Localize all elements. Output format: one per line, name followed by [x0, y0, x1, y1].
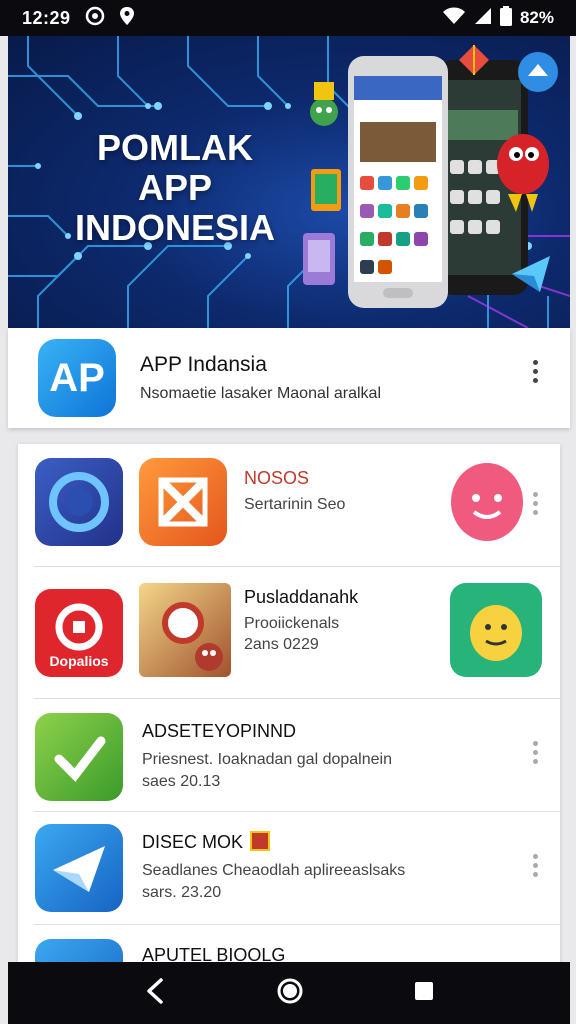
app-logo: AP [38, 339, 116, 417]
red-app-icon: Dopalios [35, 589, 123, 677]
status-bar: 12:29 82% [0, 0, 576, 36]
list-item-meta: saes 20.13 [142, 773, 221, 790]
signal-icon [474, 7, 492, 30]
list-item[interactable]: Dopalios Pusladdanahk Prooiickenals 2ans… [18, 567, 560, 699]
green-character-icon [310, 82, 338, 126]
back-icon[interactable] [143, 977, 167, 1010]
more-options-icon[interactable] [532, 360, 538, 383]
more-options-icon[interactable] [532, 741, 538, 764]
list-item-subtitle: Priesnest. Ioaknadan gal dopalnein [142, 751, 392, 768]
purple-card-icon [303, 233, 335, 285]
list-item[interactable]: DISEC MOK Seadlanes Cheaodlah aplireeasl… [18, 812, 560, 924]
globe-circle-icon [35, 458, 123, 546]
list-item-title: NOSOS [244, 468, 310, 488]
app-list: NOSOS Sertarinin Seo Dopalios Pusladdana… [18, 444, 560, 984]
list-item-subtitle: Prooiickenals [244, 615, 340, 632]
wifi-icon [442, 7, 466, 30]
app-name: APP Indansia [140, 353, 267, 376]
blue-plane-icon [35, 824, 123, 912]
list-item-title: Pusladdanahk [244, 587, 359, 607]
location-icon [119, 6, 135, 31]
battery-text: 82% [519, 8, 554, 27]
navigation-bar [8, 962, 570, 1024]
game-card-icon [311, 169, 341, 211]
scissors-app-icon [139, 458, 227, 546]
bird-badge-icon [518, 52, 558, 92]
list-item-subtitle: Sertarinin Seo [244, 496, 346, 513]
yellow-character-icon [450, 583, 542, 677]
battery-icon [499, 5, 512, 31]
more-options-icon[interactable] [532, 492, 538, 515]
hero-title-line1: POMLAK [97, 127, 253, 168]
status-time: 12:29 [22, 7, 71, 28]
list-item-title: ADSETEYOPINND [142, 721, 297, 741]
game-character-icon [139, 583, 231, 677]
kite-icon [459, 45, 489, 75]
red-bird-character-icon [497, 134, 549, 212]
list-item[interactable]: NOSOS Sertarinin Seo [18, 444, 560, 566]
app-header-card[interactable]: AP APP Indansia Nsomaetie lasaker Maonal… [8, 328, 570, 428]
list-item[interactable]: ADSETEYOPINND Priesnest. Ioaknadan gal d… [18, 699, 560, 811]
smiley-face-icon [450, 462, 524, 542]
app-badge-text: Dopalios [49, 653, 109, 669]
list-item-meta: 2ans 0229 [244, 636, 319, 653]
recents-icon[interactable] [413, 980, 435, 1007]
green-check-icon [35, 713, 123, 801]
whatsapp-icon [85, 6, 105, 31]
list-item-meta: sars. 23.20 [142, 884, 222, 901]
hero-banner[interactable]: POMLAK APP INDONESIA [8, 36, 570, 328]
more-options-icon[interactable] [532, 854, 538, 877]
paper-plane-icon [512, 256, 550, 292]
hero-title: POMLAK APP INDONESIA [40, 128, 310, 248]
app-description: Nsomaetie lasaker Maonal aralkal [140, 385, 381, 402]
home-icon[interactable] [276, 977, 304, 1010]
hero-title-line2: APP INDONESIA [74, 167, 276, 248]
list-item-title: DISEC MOK [142, 832, 244, 852]
gift-icon [250, 831, 270, 851]
list-item-subtitle: Seadlanes Cheaodlah aplireeaslsaks [142, 862, 406, 879]
